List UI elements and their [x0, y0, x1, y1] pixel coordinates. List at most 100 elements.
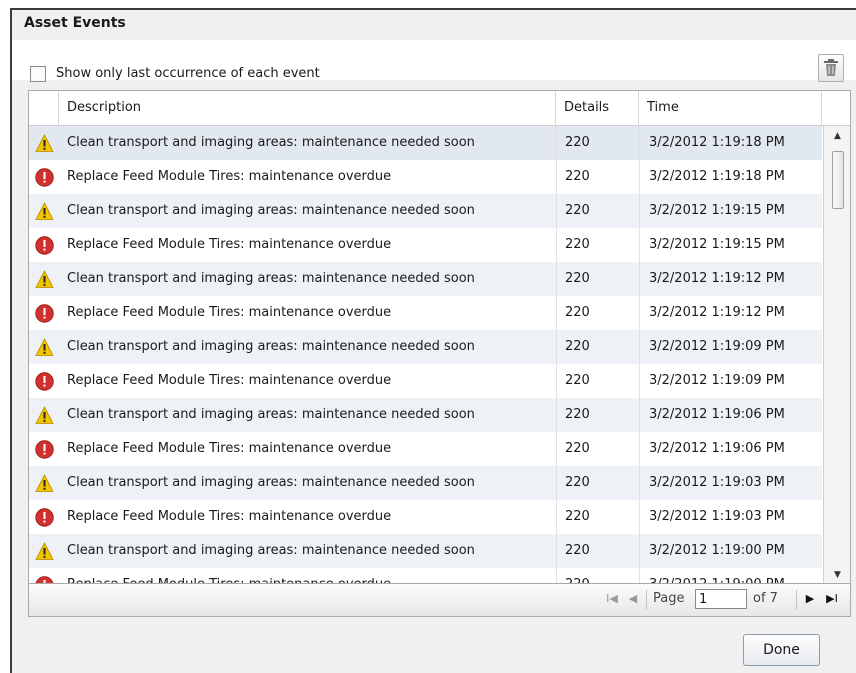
details-cell: 220	[556, 330, 639, 364]
table-row[interactable]: Replace Feed Module Tires: maintenance o…	[29, 364, 822, 398]
error-icon	[35, 576, 54, 583]
last-occurrence-label[interactable]: Show only last occurrence of each event	[56, 66, 320, 81]
error-icon	[35, 236, 54, 255]
table-row[interactable]: Clean transport and imaging areas: maint…	[29, 126, 822, 160]
severity-cell	[29, 364, 59, 398]
time-cell: 3/2/2012 1:19:12 PM	[639, 262, 822, 296]
warning-icon	[35, 542, 54, 560]
time-cell: 3/2/2012 1:19:03 PM	[639, 500, 822, 534]
table-row[interactable]: Replace Feed Module Tires: maintenance o…	[29, 296, 822, 330]
table-row[interactable]: Replace Feed Module Tires: maintenance o…	[29, 500, 822, 534]
table-row[interactable]: Clean transport and imaging areas: maint…	[29, 330, 822, 364]
table-row[interactable]: Clean transport and imaging areas: maint…	[29, 194, 822, 228]
warning-icon	[35, 202, 54, 220]
page-label: Page	[653, 591, 685, 606]
severity-cell	[29, 432, 59, 466]
first-page-icon[interactable]: I◀	[604, 590, 620, 608]
severity-cell	[29, 398, 59, 432]
details-cell: 220	[556, 568, 639, 583]
clear-events-button[interactable]	[818, 54, 844, 82]
description-cell: Clean transport and imaging areas: maint…	[67, 407, 475, 422]
scroll-thumb[interactable]	[832, 151, 844, 209]
details-cell: 220	[556, 262, 639, 296]
vertical-scrollbar[interactable]: ▲ ▼	[823, 126, 850, 583]
table-row[interactable]: Clean transport and imaging areas: maint…	[29, 398, 822, 432]
table-row[interactable]: Clean transport and imaging areas: maint…	[29, 466, 822, 500]
warning-icon	[35, 338, 54, 356]
severity-cell	[29, 500, 59, 534]
header-details[interactable]: Details	[556, 91, 639, 125]
header-icon-column	[29, 91, 59, 125]
description-cell: Replace Feed Module Tires: maintenance o…	[59, 568, 556, 583]
details-cell: 220	[556, 534, 639, 568]
description-cell: Replace Feed Module Tires: maintenance o…	[67, 509, 392, 524]
table-row[interactable]: Replace Feed Module Tires: maintenance o…	[29, 432, 822, 466]
trash-icon	[824, 59, 838, 76]
severity-cell	[29, 126, 59, 160]
time-cell: 3/2/2012 1:19:06 PM	[639, 432, 822, 466]
error-icon	[35, 304, 54, 323]
time-cell: 3/2/2012 1:19:15 PM	[639, 228, 822, 262]
details-cell: 220	[556, 500, 639, 534]
page-number-input[interactable]	[695, 589, 747, 609]
error-icon	[35, 440, 54, 459]
description-cell: Clean transport and imaging areas: maint…	[67, 203, 475, 218]
warning-icon	[35, 406, 54, 424]
severity-cell	[29, 296, 59, 330]
warning-icon	[35, 474, 54, 492]
description-cell: Replace Feed Module Tires: maintenance o…	[67, 237, 392, 252]
header-time[interactable]: Time	[639, 91, 822, 125]
table-row[interactable]: Replace Feed Module Tires: maintenance o…	[29, 568, 822, 583]
time-cell: 3/2/2012 1:19:09 PM	[639, 364, 822, 398]
description-cell: Clean transport and imaging areas: maint…	[67, 543, 475, 558]
time-cell: 3/2/2012 1:19:18 PM	[639, 160, 822, 194]
severity-cell	[29, 466, 59, 500]
details-cell: 220	[556, 296, 639, 330]
error-icon	[35, 508, 54, 527]
time-cell: 3/2/2012 1:19:12 PM	[639, 296, 822, 330]
description-cell: Clean transport and imaging areas: maint…	[67, 475, 475, 490]
last-occurrence-checkbox[interactable]	[30, 66, 46, 82]
details-cell: 220	[556, 466, 639, 500]
time-cell: 3/2/2012 1:19:06 PM	[639, 398, 822, 432]
header-description[interactable]: Description	[59, 91, 556, 125]
table-row[interactable]: Clean transport and imaging areas: maint…	[29, 534, 822, 568]
severity-cell	[29, 262, 59, 296]
details-cell: 220	[556, 126, 639, 160]
events-grid: Description Details Time Clean transport…	[28, 90, 851, 584]
scroll-down-arrow-icon[interactable]: ▼	[824, 565, 850, 583]
warning-icon	[35, 134, 54, 152]
severity-cell	[29, 330, 59, 364]
scroll-up-arrow-icon[interactable]: ▲	[824, 126, 850, 146]
page-total-label: of 7	[753, 591, 778, 606]
details-cell: 220	[556, 364, 639, 398]
table-row[interactable]: Replace Feed Module Tires: maintenance o…	[29, 228, 822, 262]
description-cell: Clean transport and imaging areas: maint…	[67, 135, 475, 150]
asset-events-dialog: Asset Events Show only last occurrence o…	[10, 8, 856, 673]
description-cell: Clean transport and imaging areas: maint…	[67, 271, 475, 286]
filter-bar: Show only last occurrence of each event	[12, 40, 856, 82]
time-cell: 3/2/2012 1:19:09 PM	[639, 330, 822, 364]
time-cell: 3/2/2012 1:19:03 PM	[639, 466, 822, 500]
warning-icon	[35, 270, 54, 288]
time-cell: 3/2/2012 1:19:18 PM	[639, 126, 822, 160]
last-page-icon[interactable]: ▶I	[824, 590, 840, 608]
details-cell: 220	[556, 194, 639, 228]
severity-cell	[29, 534, 59, 568]
done-button[interactable]: Done	[743, 634, 820, 666]
severity-cell	[29, 228, 59, 262]
details-cell: 220	[556, 228, 639, 262]
details-cell: 220	[556, 432, 639, 466]
description-cell: Replace Feed Module Tires: maintenance o…	[67, 305, 392, 320]
error-icon	[35, 372, 54, 391]
error-icon	[35, 168, 54, 187]
time-cell: 3/2/2012 1:19:00 PM	[639, 534, 822, 568]
time-cell: 3/2/2012 1:19:15 PM	[639, 194, 822, 228]
prev-page-icon[interactable]: ◀	[625, 590, 641, 608]
table-row[interactable]: Replace Feed Module Tires: maintenance o…	[29, 160, 822, 194]
table-row[interactable]: Clean transport and imaging areas: maint…	[29, 262, 822, 296]
pager-bar: I◀ ◀ Page of 7 ▶ ▶I	[28, 584, 851, 617]
description-cell: Replace Feed Module Tires: maintenance o…	[67, 169, 392, 184]
details-cell: 220	[556, 398, 639, 432]
next-page-icon[interactable]: ▶	[802, 590, 818, 608]
